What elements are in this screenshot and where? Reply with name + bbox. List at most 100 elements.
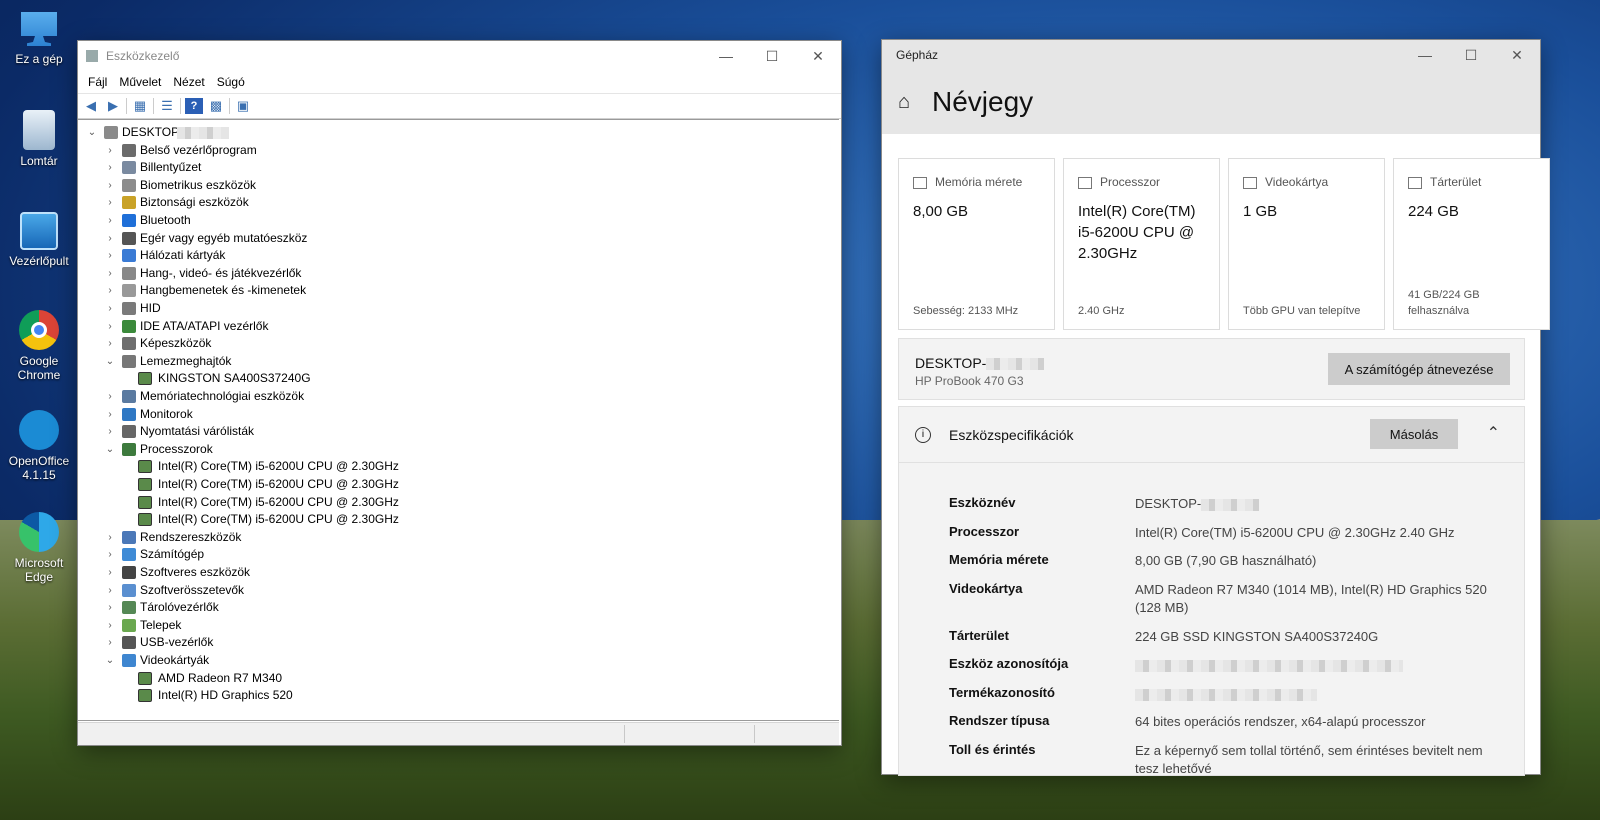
category-label: Bluetooth [140, 213, 191, 227]
back-icon[interactable]: ◀ [82, 98, 100, 114]
category-label: HID [140, 301, 161, 315]
category-label: USB-vezérlők [140, 635, 214, 650]
device-name: DESKTOP- [915, 355, 1045, 371]
spec-value-cell: DESKTOP- [1135, 495, 1495, 513]
window-title: Gépház [896, 48, 939, 62]
card-value: 8,00 GB [913, 203, 969, 220]
chevron-right-icon[interactable]: › [104, 142, 116, 159]
device-icon [138, 513, 152, 527]
device-tree[interactable]: ⌄ DESKTOP- › Belső vezérlőprogram › Bill… [78, 119, 839, 721]
chevron-right-icon[interactable]: › [104, 300, 116, 317]
device-category-icon [122, 284, 136, 298]
card-label: Videokártya [1265, 175, 1329, 189]
chevron-right-icon[interactable]: › [104, 529, 116, 546]
specs-header[interactable]: i Eszközspecifikációk Másolás ⌃ [899, 407, 1524, 463]
help-icon[interactable]: ? [185, 98, 203, 114]
titlebar[interactable]: Gépház — ☐ ✕ [882, 40, 1540, 70]
menu-view[interactable]: Nézet [167, 75, 210, 89]
summary-cards: Memória mérete 8,00 GB Sebesség: 2133 MH… [898, 158, 1550, 330]
desktop-icon-control-panel[interactable]: Vezérlőpult [4, 212, 74, 268]
chevron-right-icon[interactable]: › [104, 194, 116, 211]
toolbar-separator [126, 98, 127, 114]
toolbar-separator [153, 98, 154, 114]
chevron-right-icon[interactable]: › [104, 212, 116, 229]
update-driver-icon[interactable]: ▩ [207, 98, 225, 114]
edge-icon [19, 512, 59, 552]
device-icon [138, 460, 152, 474]
chevron-right-icon[interactable]: › [104, 282, 116, 299]
menu-help[interactable]: Súgó [211, 75, 251, 89]
openoffice-icon [19, 410, 59, 450]
card-graphics: Videokártya 1 GB Több GPU van telepítve [1228, 158, 1385, 330]
list-icon[interactable]: ☰ [158, 98, 176, 114]
device-icon [138, 495, 152, 509]
menu-action[interactable]: Művelet [113, 75, 167, 89]
minimize-button[interactable]: — [1402, 40, 1448, 70]
device-label: AMD Radeon R7 M340 [158, 670, 283, 685]
rename-button[interactable]: A számítógép átnevezése [1328, 353, 1510, 385]
chevron-right-icon[interactable]: › [104, 335, 116, 352]
desktop-icon-openoffice[interactable]: OpenOffice 4.1.15 [4, 410, 74, 482]
chevron-right-icon[interactable]: › [104, 388, 116, 405]
properties-icon[interactable]: ▦ [131, 98, 149, 114]
category-label: Számítógép [140, 547, 205, 562]
card-processor: Processzor Intel(R) Core(TM) i5-6200U CP… [1063, 158, 1220, 330]
device-category-icon [122, 583, 136, 597]
device-category-icon [122, 337, 136, 351]
chevron-right-icon[interactable]: › [104, 230, 116, 247]
maximize-button[interactable]: ☐ [749, 41, 795, 71]
device-icon [138, 689, 152, 703]
chevron-down-icon[interactable]: ⌄ [104, 353, 116, 370]
chevron-right-icon[interactable]: › [104, 423, 116, 440]
titlebar[interactable]: Eszközkezelő — ☐ ✕ [78, 41, 841, 71]
desktop-icon-recycle-bin[interactable]: Lomtár [4, 110, 74, 168]
chevron-right-icon[interactable]: › [104, 265, 116, 282]
maximize-button[interactable]: ☐ [1448, 40, 1494, 70]
card-sub: Sebesség: 2133 MHz [913, 305, 1019, 317]
scan-hardware-icon[interactable]: ▣ [234, 98, 252, 114]
spec-value: DESKTOP- [1135, 496, 1202, 511]
device-category-icon [122, 566, 136, 579]
category-label: Lemezmeghajtók [140, 353, 232, 368]
close-button[interactable]: ✕ [795, 41, 841, 71]
computer-icon [104, 126, 118, 139]
close-button[interactable]: ✕ [1494, 40, 1540, 70]
category-label: IDE ATA/ATAPI vezérlők [140, 318, 269, 333]
spec-value-cell: 64 bites operációs rendszer, x64-alapú p… [1135, 713, 1495, 731]
status-bar [78, 722, 839, 745]
desktop-icon-chrome[interactable]: Google Chrome [4, 310, 74, 382]
spec-key: Processzor [949, 524, 1020, 539]
chevron-right-icon[interactable]: › [104, 634, 116, 651]
chevron-up-icon[interactable]: ⌃ [1487, 423, 1500, 443]
device-category-icon [122, 354, 136, 368]
chevron-down-icon[interactable]: ⌄ [104, 652, 116, 669]
redacted-blur [986, 358, 1045, 371]
chevron-right-icon[interactable]: › [104, 617, 116, 634]
chevron-right-icon[interactable]: › [104, 247, 116, 264]
card-sub: 41 GB/224 GB felhasználva [1408, 289, 1480, 317]
menu-file[interactable]: Fájl [82, 75, 113, 89]
chevron-right-icon[interactable]: › [104, 546, 116, 563]
chevron-down-icon[interactable]: ⌄ [86, 124, 98, 141]
chevron-right-icon[interactable]: › [104, 406, 116, 423]
forward-icon[interactable]: ▶ [104, 98, 122, 114]
chevron-right-icon[interactable]: › [104, 177, 116, 194]
copy-button[interactable]: Másolás [1370, 419, 1458, 449]
chevron-right-icon[interactable]: › [104, 599, 116, 616]
redacted-blur [1135, 659, 1403, 672]
chevron-right-icon[interactable]: › [104, 159, 116, 176]
desktop-icon-this-pc[interactable]: Ez a gép [4, 8, 74, 66]
home-icon[interactable]: ⌂ [898, 91, 926, 114]
desktop-icon-label: Ez a gép [15, 52, 63, 66]
device-category-icon [122, 266, 136, 280]
spec-value: Ez a képernyő sem tollal történő, sem ér… [1135, 743, 1483, 776]
device-icon [138, 372, 152, 386]
minimize-button[interactable]: — [703, 41, 749, 71]
category-label: Egér vagy egyéb mutatóeszköz [140, 230, 308, 245]
spec-value-cell: Ez a képernyő sem tollal történő, sem ér… [1135, 742, 1495, 778]
chevron-right-icon[interactable]: › [104, 318, 116, 335]
chevron-right-icon[interactable]: › [104, 582, 116, 599]
chevron-right-icon[interactable]: › [104, 564, 116, 581]
desktop-icon-edge[interactable]: Microsoft Edge [4, 512, 74, 584]
chevron-down-icon[interactable]: ⌄ [104, 441, 116, 458]
